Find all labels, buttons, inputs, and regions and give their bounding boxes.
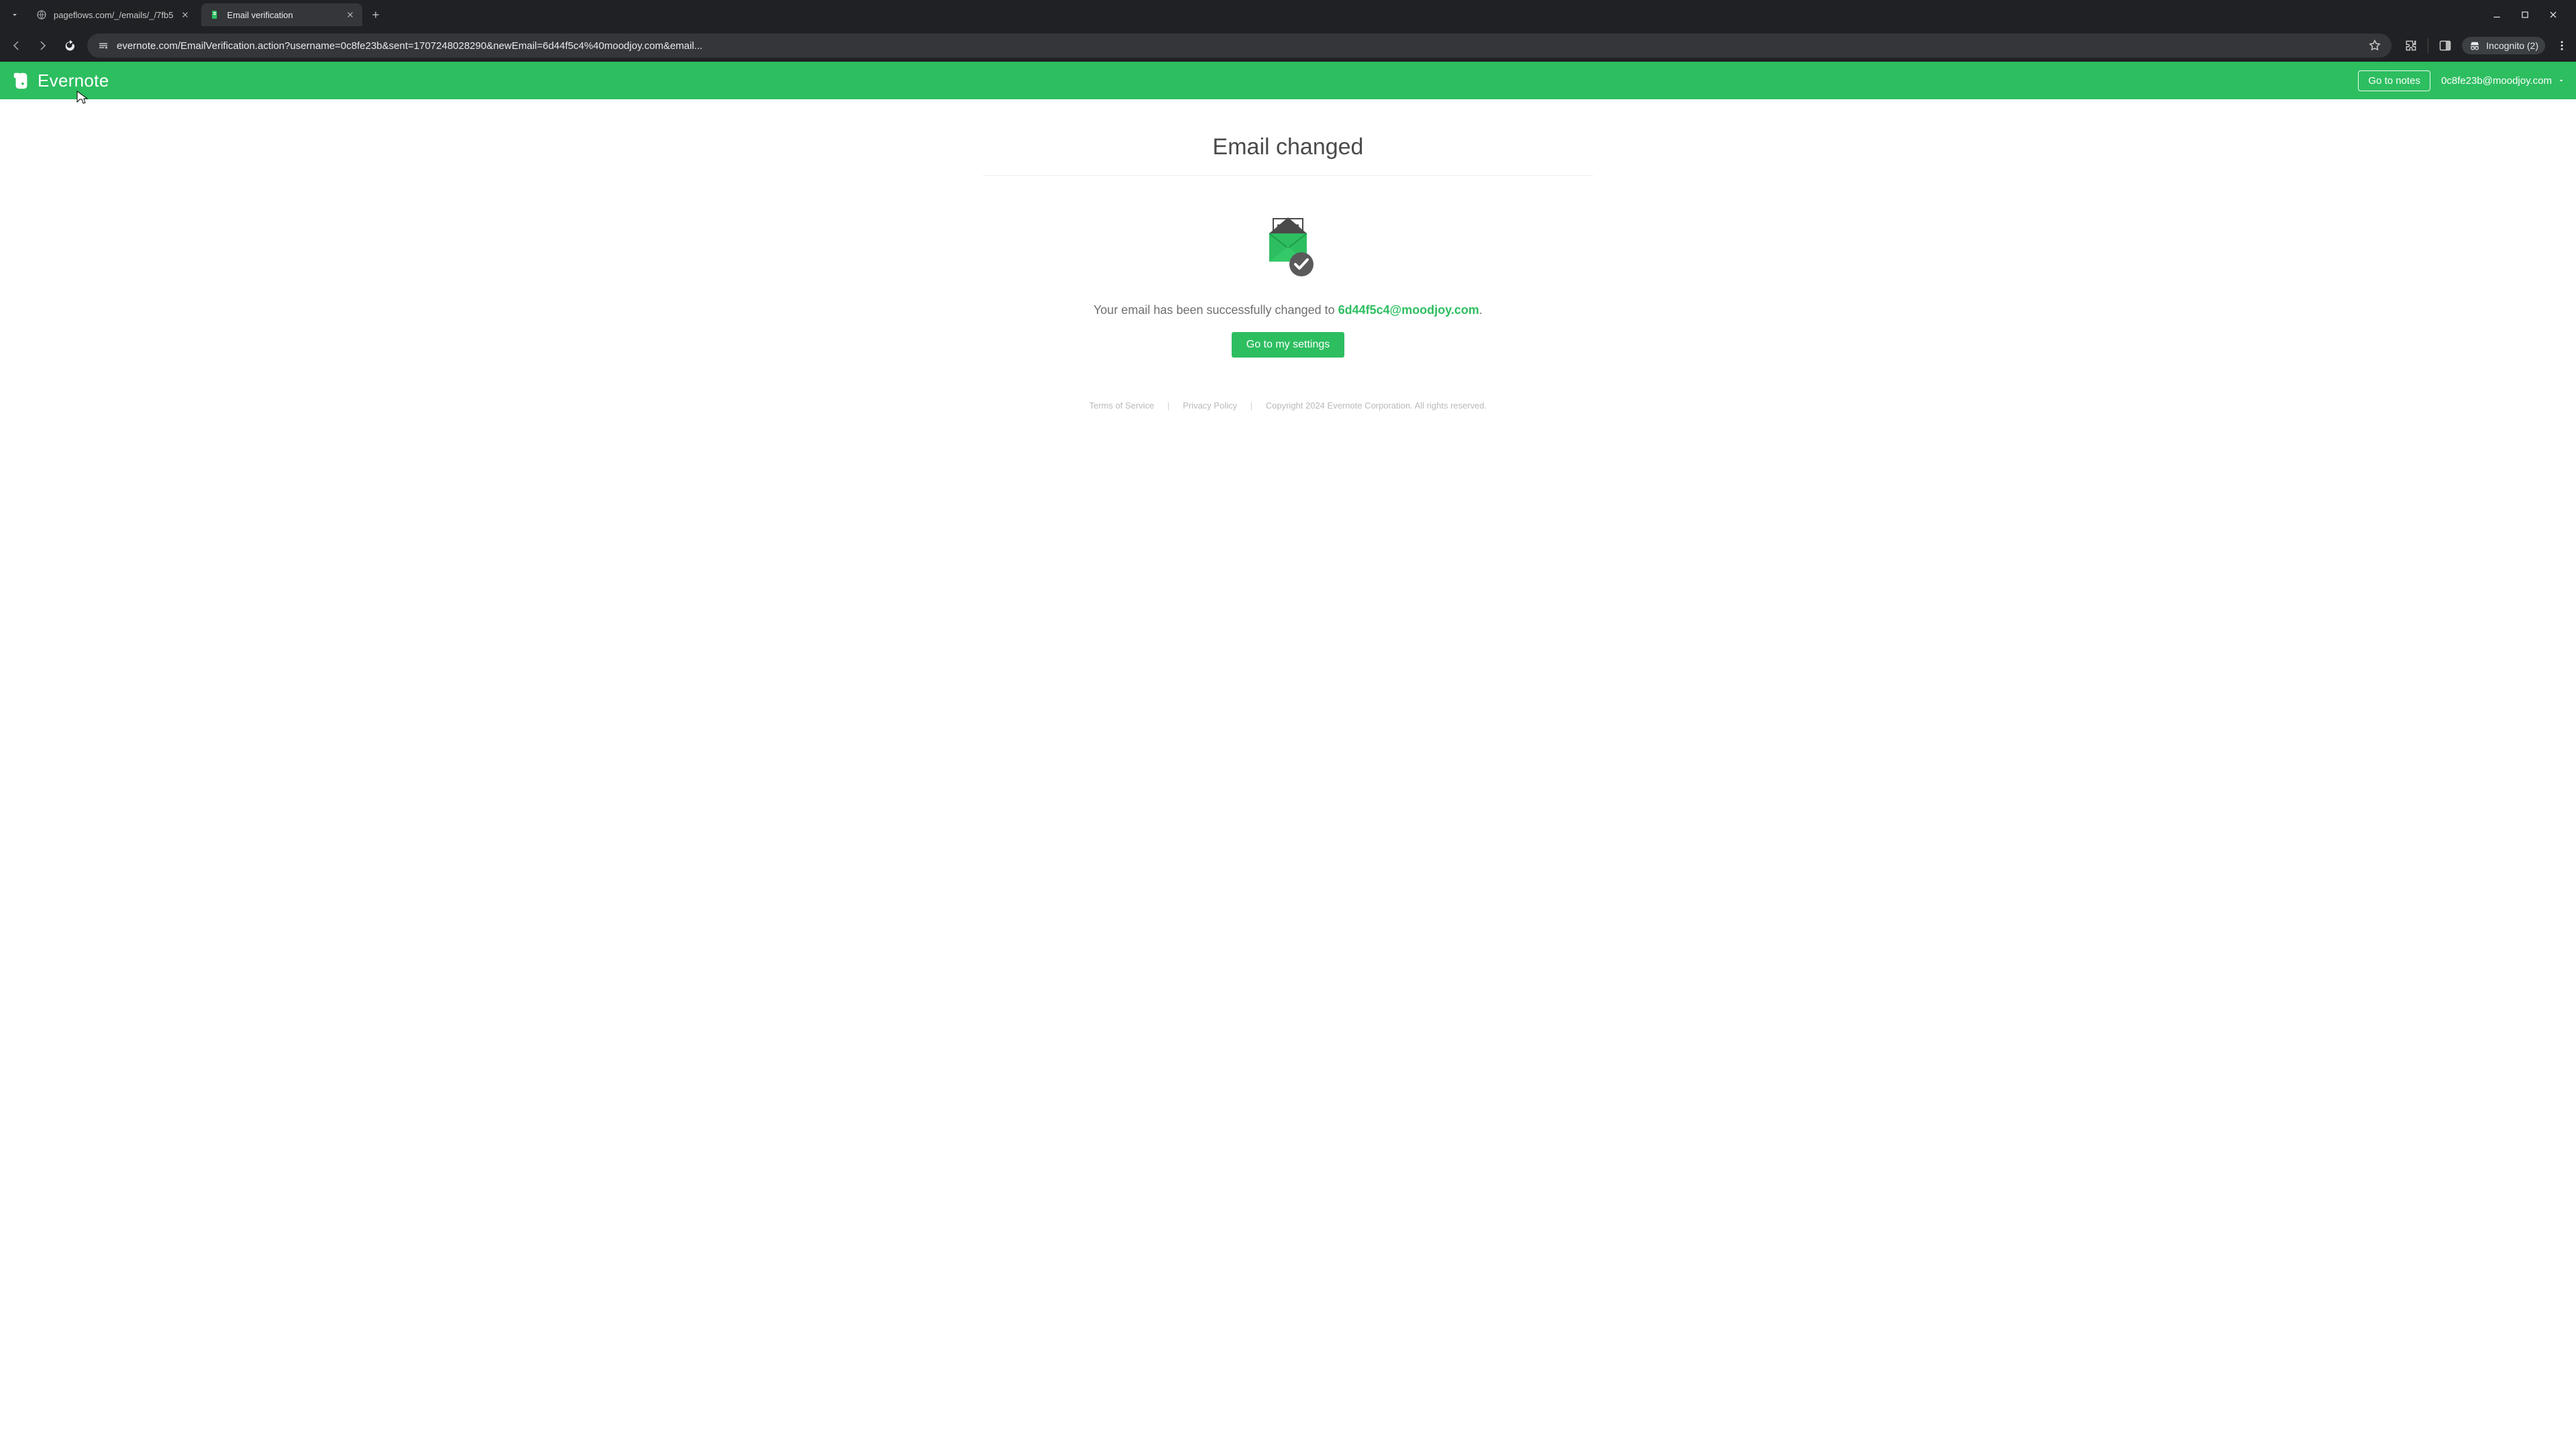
success-message: Your email has been successfully changed… [983,303,1593,317]
maximize-button[interactable] [2518,8,2532,21]
incognito-label: Incognito (2) [2486,40,2538,51]
tab-search-dropdown[interactable] [5,5,24,24]
elephant-icon [11,70,31,91]
address-bar[interactable]: evernote.com/EmailVerification.action?us… [87,34,2392,58]
footer: Terms of Service | Privacy Policy | Copy… [983,391,1593,437]
copyright-text: Copyright 2024 Evernote Corporation. All… [1266,400,1487,411]
account-email: 0c8fe23b@moodjoy.com [2441,75,2552,87]
side-panel-button[interactable] [2438,38,2453,53]
tab-strip: pageflows.com/_/emails/_/7fb5 Email veri… [0,0,2576,30]
puzzle-icon [2404,39,2418,52]
incognito-icon [2469,40,2481,52]
account-menu[interactable]: 0c8fe23b@moodjoy.com [2441,75,2565,87]
message-prefix: Your email has been successfully changed… [1093,303,1338,317]
go-to-notes-button[interactable]: Go to notes [2358,70,2430,91]
reload-icon [63,39,76,52]
browser-toolbar: evernote.com/EmailVerification.action?us… [0,30,2576,62]
content-card: Email changed Your email has [983,119,1593,384]
site-settings-icon[interactable] [97,39,110,52]
divider: | [1250,400,1252,411]
new-email: 6d44f5c4@moodjoy.com [1338,303,1479,317]
globe-icon [36,9,47,20]
evernote-header: Evernote Go to notes 0c8fe23b@moodjoy.co… [0,62,2576,99]
arrow-left-icon [9,39,23,52]
divider: | [1167,400,1169,411]
message-suffix: . [1479,303,1483,317]
reload-button[interactable] [60,36,79,55]
star-icon [2368,39,2381,52]
close-window-button[interactable] [2546,8,2560,21]
close-icon[interactable] [180,9,191,20]
browser-chrome: pageflows.com/_/emails/_/7fb5 Email veri… [0,0,2576,62]
browser-tab-active[interactable]: Email verification [201,3,362,26]
url-text: evernote.com/EmailVerification.action?us… [117,40,2361,52]
new-tab-button[interactable] [366,5,385,24]
toolbar-right: Incognito (2) [2400,37,2569,54]
close-icon[interactable] [345,9,356,20]
minimize-icon [2492,10,2502,19]
forward-button[interactable] [34,36,52,55]
arrow-right-icon [36,39,50,52]
maximize-icon [2520,10,2530,19]
brand-name: Evernote [38,70,109,91]
evernote-favicon-icon [209,9,220,20]
evernote-logo[interactable]: Evernote [11,70,109,91]
plus-icon [371,10,380,19]
minimize-button[interactable] [2490,8,2504,21]
chrome-menu-button[interactable] [2555,38,2569,53]
page-body: Email changed Your email has [0,99,2576,1449]
chevron-down-icon [2557,76,2565,85]
email-checked-icon [1254,209,1322,283]
close-icon [2548,10,2558,19]
window-controls [2490,8,2571,21]
incognito-indicator[interactable]: Incognito (2) [2462,37,2545,54]
back-button[interactable] [7,36,25,55]
page-title: Email changed [983,119,1593,176]
tab-title: pageflows.com/_/emails/_/7fb5 [54,10,173,20]
side-panel-icon [2438,39,2452,52]
chevron-down-icon [10,10,19,19]
kebab-icon [2556,40,2568,52]
illustration [983,176,1593,303]
privacy-policy-link[interactable]: Privacy Policy [1183,400,1237,411]
terms-of-service-link[interactable]: Terms of Service [1089,400,1155,411]
go-to-my-settings-button[interactable]: Go to my settings [1232,332,1345,358]
bookmark-button[interactable] [2367,38,2382,53]
extensions-button[interactable] [2404,38,2418,53]
browser-tab-inactive[interactable]: pageflows.com/_/emails/_/7fb5 [28,3,197,26]
tab-title: Email verification [227,10,338,20]
